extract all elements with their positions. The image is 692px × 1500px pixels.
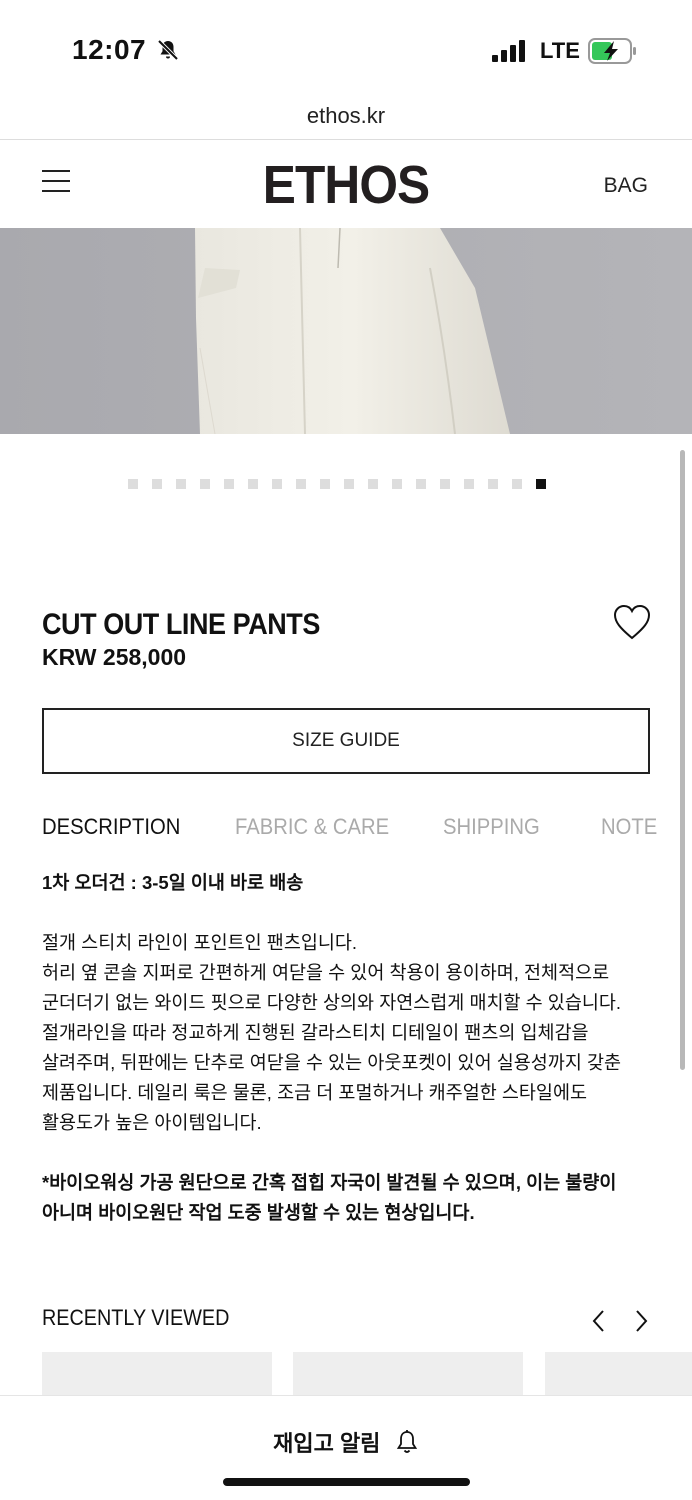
gallery-dot[interactable] (272, 479, 282, 489)
home-indicator (223, 1478, 470, 1486)
network-type: LTE (540, 38, 580, 63)
description-line: 살려주며, 뒤판에는 단추로 여닫을 수 있는 아웃포켓이 있어 실용성까지 갖… (42, 1052, 622, 1073)
chevron-left-icon[interactable] (588, 1308, 610, 1334)
recently-viewed-card[interactable] (293, 1352, 523, 1396)
size-guide-button[interactable]: SIZE GUIDE (42, 708, 650, 774)
status-bar: 12:07 LTE (0, 0, 692, 100)
product-info-tabs: DESCRIPTION FABRIC & CARE SHIPPING NOTE (42, 814, 657, 844)
description-line: 활용도가 높은 아이템입니다. (42, 1112, 262, 1133)
site-header: ETHOS BAG (0, 140, 692, 228)
signal-icon (492, 40, 525, 62)
status-time: 12:07 (72, 34, 147, 65)
gallery-dot[interactable] (536, 479, 546, 489)
gallery-dot[interactable] (128, 479, 138, 489)
gallery-dot[interactable] (248, 479, 258, 489)
bottom-action-bar: 재입고 알림 (0, 1395, 692, 1500)
bag-link[interactable]: BAG (604, 174, 648, 198)
gallery-dot[interactable] (344, 479, 354, 489)
product-description: 1차 오더건 : 3-5일 이내 바로 배송 절개 스티치 라인이 포인트인 팬… (42, 868, 662, 1228)
gallery-dot[interactable] (512, 479, 522, 489)
browser-url-bar[interactable]: ethos.kr (0, 100, 692, 140)
tab-description[interactable]: DESCRIPTION (42, 814, 180, 840)
gallery-dot[interactable] (296, 479, 306, 489)
gallery-dot[interactable] (176, 479, 186, 489)
tab-shipping[interactable]: SHIPPING (443, 814, 540, 840)
gallery-dot[interactable] (488, 479, 498, 489)
description-line: 제품입니다. 데일리 룩은 물론, 조금 더 포멀하거나 캐주얼한 스타일에도 (42, 1082, 587, 1103)
fabric-warning-line: 아니며 바이오원단 작업 도중 발생할 수 있는 현상입니다. (42, 1202, 475, 1223)
restock-label: 재입고 알림 (273, 1431, 381, 1456)
gallery-dot[interactable] (200, 479, 210, 489)
tab-fabric-care[interactable]: FABRIC & CARE (235, 814, 389, 840)
site-logo[interactable]: ETHOS (28, 154, 665, 216)
recently-viewed-card[interactable] (42, 1352, 272, 1396)
gallery-dot[interactable] (440, 479, 450, 489)
shipping-notice: 1차 오더건 : 3-5일 이내 바로 배송 (42, 872, 304, 893)
gallery-dot[interactable] (320, 479, 330, 489)
product-title: CUT OUT LINE PANTS (42, 608, 320, 641)
gallery-pagination (128, 479, 546, 489)
product-image[interactable] (0, 228, 692, 434)
page-scrollbar[interactable] (680, 450, 685, 1070)
chevron-right-icon[interactable] (630, 1308, 652, 1334)
description-line: 허리 옆 콘솔 지퍼로 간편하게 여닫을 수 있어 착용이 용이하며, 전체적으… (42, 962, 610, 983)
url-text: ethos.kr (306, 103, 386, 128)
tab-note[interactable]: NOTE (601, 814, 657, 840)
gallery-dot[interactable] (224, 479, 234, 489)
description-line: 절개라인을 따라 정교하게 진행된 갈라스티치 디테일이 팬츠의 입체감을 (42, 1022, 589, 1043)
gallery-dot[interactable] (416, 479, 426, 489)
gallery-dot[interactable] (464, 479, 474, 489)
gallery-dot[interactable] (392, 479, 402, 489)
description-line: 절개 스티치 라인이 포인트인 팬츠입니다. (42, 932, 358, 953)
description-line: 군더더기 없는 와이드 핏으로 다양한 상의와 자연스럽게 매치할 수 있습니다… (42, 992, 622, 1013)
heart-outline-icon[interactable] (612, 604, 652, 642)
battery-charging-icon (588, 38, 636, 64)
product-price: KRW 258,000 (42, 644, 187, 670)
recently-viewed-carousel (42, 1352, 692, 1396)
bell-icon (396, 1430, 418, 1453)
recently-viewed-card[interactable] (545, 1352, 692, 1396)
recently-viewed-title: RECENTLY VIEWED (42, 1305, 230, 1330)
pants-photo (0, 228, 692, 434)
gallery-dot[interactable] (152, 479, 162, 489)
restock-alert-button[interactable]: 재입고 알림 (0, 1426, 692, 1466)
fabric-warning-line: *바이오워싱 가공 원단으로 간혹 접힙 자국이 발견될 수 있으며, 이는 불… (42, 1172, 617, 1193)
gallery-dot[interactable] (368, 479, 378, 489)
bell-muted-icon (157, 39, 179, 61)
